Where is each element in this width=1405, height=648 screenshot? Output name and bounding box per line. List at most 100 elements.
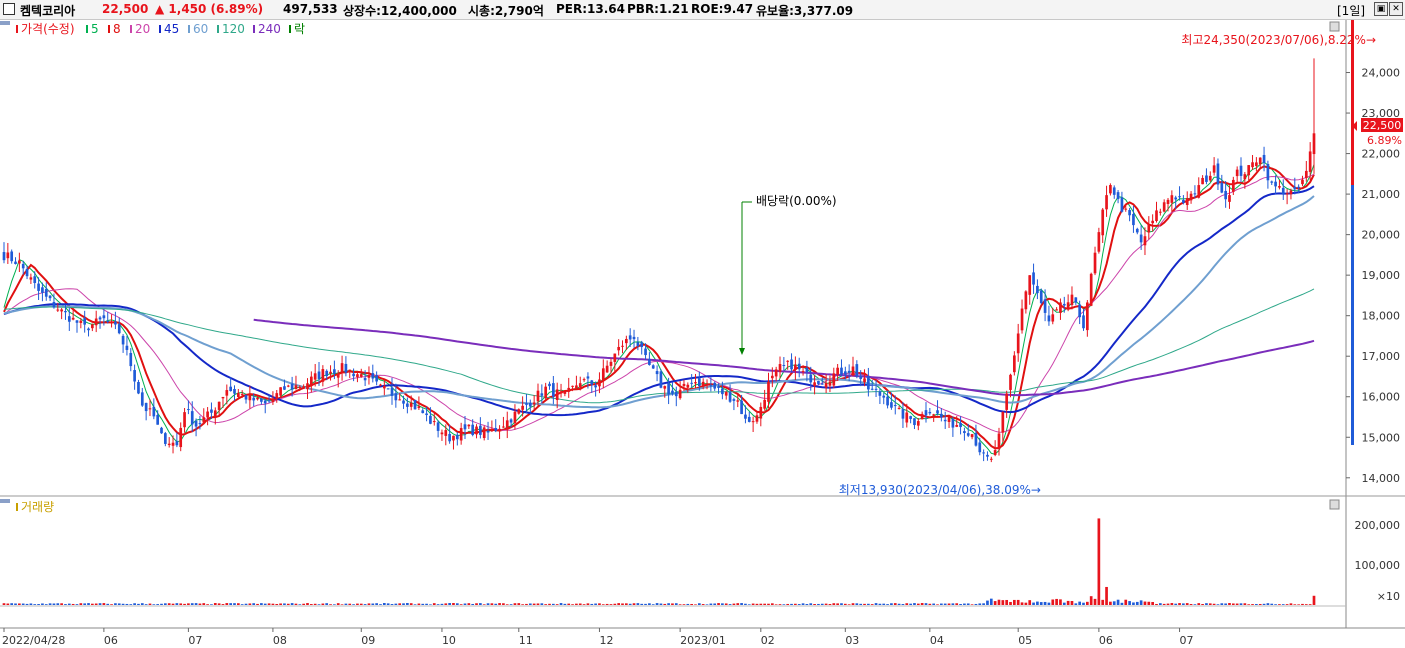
volume-bar [817, 603, 820, 605]
volume-bar [778, 604, 782, 605]
volume-bar [2, 603, 6, 605]
candle-body [1086, 302, 1089, 331]
per-value: PER:13.64 [556, 2, 625, 16]
candle-body [229, 386, 232, 392]
volume-bar [540, 603, 544, 605]
panel-max-icon[interactable] [1329, 21, 1340, 32]
volume-bar [217, 603, 221, 605]
volume-bar [582, 604, 586, 605]
volume-bar [279, 603, 282, 605]
candle-body [905, 412, 909, 423]
candle-body [356, 374, 359, 378]
panel-handle-icon[interactable] [0, 499, 10, 503]
period-label[interactable]: [1일] [1337, 2, 1365, 19]
candle-body [697, 378, 701, 387]
volume-bar [371, 603, 375, 605]
candle-body [190, 411, 194, 425]
volume-bar [413, 604, 417, 605]
volume-bar [160, 603, 163, 605]
candle-body [705, 384, 709, 386]
checkbox-icon[interactable] [3, 3, 15, 15]
volume-bar [1185, 603, 1189, 605]
volume-bar [828, 603, 832, 605]
volume-bar [1297, 604, 1300, 605]
candle-body [563, 391, 567, 394]
candle-body [471, 424, 475, 436]
candle-body [94, 318, 98, 326]
volume-bar [455, 603, 459, 605]
last-price-tag: 22,500 [1363, 119, 1402, 132]
candle-body [41, 287, 44, 293]
volume-bar [233, 603, 236, 605]
panel-max-icon[interactable] [1329, 499, 1340, 510]
candle-body [60, 309, 63, 312]
close-icon[interactable]: ✕ [1389, 2, 1403, 16]
candle-body [1001, 412, 1005, 433]
x-axis-label: 02 [761, 634, 775, 647]
panel-handle-icon[interactable] [0, 21, 10, 25]
volume-bar [333, 604, 336, 605]
candle-body [213, 410, 217, 417]
candle-body [1285, 193, 1289, 195]
candle-body [782, 364, 786, 366]
volume-bar [767, 603, 770, 605]
candle-body [1212, 165, 1216, 173]
volume-bar [559, 603, 563, 605]
candle-body [767, 381, 770, 402]
volume-bar [590, 603, 594, 605]
candle-body [874, 388, 878, 390]
volume-bar [129, 604, 133, 605]
candle-body [121, 335, 125, 345]
stock-name: 켐텍코리아 [20, 4, 76, 18]
legend-ma-45: 45 [164, 22, 179, 36]
candle-body [694, 382, 697, 384]
volume-bar [25, 603, 29, 605]
volume-bar [659, 603, 663, 605]
volume-bar [528, 603, 532, 605]
volume-bar [1062, 602, 1066, 605]
candle-body [6, 252, 10, 259]
volume-bar [913, 603, 916, 605]
candle-body [1024, 291, 1028, 310]
candle-body [590, 380, 594, 385]
candle-body [160, 427, 163, 434]
candle-body [1135, 228, 1139, 233]
candle-body [260, 398, 263, 402]
candle-body [613, 353, 617, 362]
candle-body [236, 393, 240, 397]
volume-bar [509, 604, 513, 605]
volume-bar [893, 603, 897, 605]
candle-body [674, 391, 678, 397]
volume-bar [321, 603, 325, 605]
volume-bar [548, 603, 551, 605]
maximize-icon[interactable]: ▣ [1374, 2, 1388, 16]
candle-body [509, 419, 513, 423]
volume-bar [398, 603, 402, 605]
volume-bar [840, 603, 843, 605]
candle-body [940, 413, 943, 418]
candle-body [1197, 185, 1201, 198]
candle-body [221, 396, 225, 399]
candle-body [913, 418, 916, 426]
volume-bar [924, 603, 928, 605]
volume-bar [1013, 599, 1016, 605]
candle-body [275, 393, 279, 399]
candle-body [18, 260, 21, 264]
candle-body [978, 442, 982, 453]
volume-bar [682, 604, 686, 605]
volume-bar [1255, 604, 1258, 605]
candle-body [1089, 273, 1093, 306]
candle-body [1278, 186, 1281, 188]
candle-body [805, 367, 809, 373]
volume-bar [901, 604, 905, 605]
volume-bar [663, 603, 667, 605]
candle-body [1036, 285, 1039, 294]
volume-bar [294, 603, 298, 605]
volume-bar [797, 604, 801, 605]
candle-body [575, 385, 578, 389]
volume-bar [409, 603, 413, 605]
volume-bar [1162, 603, 1166, 605]
candle-body [390, 387, 394, 396]
volume-bar [1093, 598, 1097, 605]
candle-body [1020, 308, 1024, 331]
